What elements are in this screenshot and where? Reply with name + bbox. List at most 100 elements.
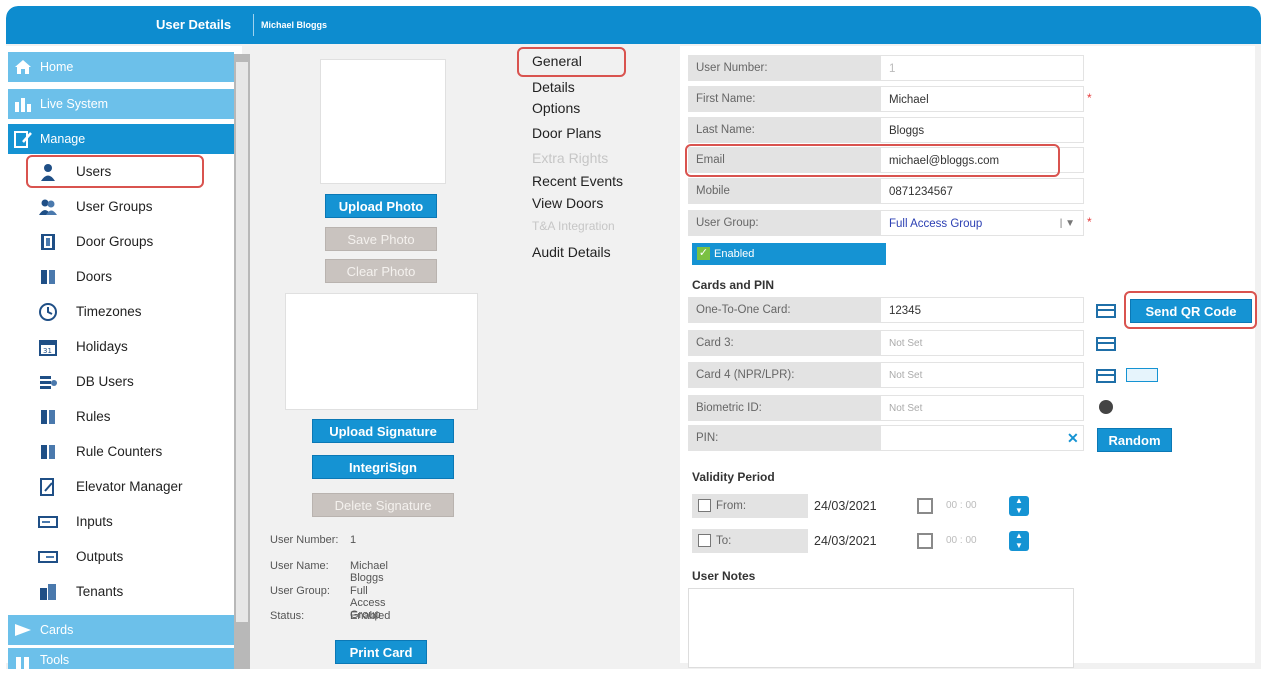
- sidebar-item-label: Rules: [76, 409, 111, 424]
- to-time-field[interactable]: 00 : 00: [938, 529, 1008, 553]
- mobile-field[interactable]: 0871234567: [880, 178, 1084, 204]
- mobile-label: Mobile: [688, 178, 880, 204]
- sidebar-item-tenants[interactable]: Tenants: [24, 575, 234, 609]
- page-title: User Details: [156, 17, 232, 32]
- one-to-one-card-label: One-To-One Card:: [688, 297, 880, 323]
- sidebar-section-live-system[interactable]: Live System: [8, 89, 234, 119]
- delete-signature-button: Delete Signature: [312, 493, 454, 517]
- elevator-icon: [40, 478, 54, 496]
- time-spinner-icon[interactable]: ▲ ▼: [1009, 496, 1029, 516]
- sidebar-item-rules[interactable]: Rules: [24, 400, 234, 434]
- from-date-field[interactable]: 24/03/2021: [812, 494, 910, 518]
- sidebar-scrollbar-thumb[interactable]: [236, 62, 248, 622]
- summary-user-name: User Name: Michael Bloggs: [270, 560, 388, 584]
- pin-label: PIN:: [688, 425, 880, 451]
- sidebar-section-tools[interactable]: Tools: [8, 648, 234, 671]
- send-qr-highlight: [1124, 291, 1257, 329]
- print-card-button[interactable]: Print Card: [335, 640, 427, 664]
- sidebar-item-label: Elevator Manager: [76, 479, 183, 494]
- sidebar-item-label: Doors: [76, 269, 113, 284]
- upload-signature-button[interactable]: Upload Signature: [312, 419, 454, 443]
- rule-counters-icon: [41, 445, 55, 459]
- card-icon[interactable]: [1096, 337, 1116, 351]
- random-pin-button[interactable]: Random: [1097, 428, 1172, 452]
- users-highlight: [26, 155, 204, 188]
- card-icon[interactable]: [1096, 369, 1116, 383]
- sidebar-item-doors[interactable]: Doors: [24, 260, 234, 294]
- sidebar-item-holidays[interactable]: 31 Holidays: [24, 330, 234, 364]
- tab-view-doors[interactable]: View Doors: [532, 195, 603, 211]
- user-group-selected: Full Access Group: [889, 218, 983, 230]
- tab-recent-events[interactable]: Recent Events: [532, 173, 623, 189]
- title-separator: [253, 14, 254, 36]
- one-to-one-card-field[interactable]: 12345: [880, 297, 1084, 323]
- clear-pin-icon[interactable]: ✕: [1067, 430, 1079, 447]
- tab-details[interactable]: Details: [532, 79, 575, 95]
- summary-value: 1: [350, 534, 357, 546]
- sidebar-section-home[interactable]: Home: [8, 52, 234, 82]
- sidebar-item-label: DB Users: [76, 374, 134, 389]
- fingerprint-icon[interactable]: [1099, 400, 1113, 414]
- last-name-field[interactable]: Bloggs: [880, 117, 1084, 143]
- to-checkbox[interactable]: [698, 534, 711, 547]
- sidebar-item-db-users[interactable]: DB Users: [24, 365, 234, 399]
- tab-audit-details[interactable]: Audit Details: [532, 244, 611, 260]
- checkbox-checked-icon: ✓: [697, 247, 710, 260]
- card3-field[interactable]: Not Set: [880, 330, 1084, 356]
- first-name-field[interactable]: Michael: [880, 86, 1084, 112]
- sidebar-item-inputs[interactable]: Inputs: [24, 505, 234, 539]
- calendar-icon[interactable]: [917, 498, 933, 514]
- to-date-field[interactable]: 24/03/2021: [812, 529, 910, 553]
- tools-icon: [16, 657, 29, 671]
- first-name-label: First Name:: [688, 86, 880, 112]
- header-user-name: Michael Bloggs: [261, 20, 328, 30]
- enabled-toggle[interactable]: ✓ Enabled: [692, 243, 886, 265]
- sidebar-scrollbar[interactable]: [234, 54, 250, 669]
- sidebar-item-door-groups[interactable]: Door Groups: [24, 225, 234, 259]
- live-system-icon: [15, 98, 31, 112]
- from-checkbox[interactable]: [698, 499, 711, 512]
- tab-door-plans[interactable]: Door Plans: [532, 125, 601, 141]
- photo-preview: [320, 59, 446, 184]
- sidebar-item-user-groups[interactable]: User Groups: [24, 190, 234, 224]
- sidebar-item-timezones[interactable]: Timezones: [24, 295, 234, 329]
- sidebar-item-label: Outputs: [76, 549, 124, 564]
- from-label-text: From:: [716, 500, 747, 512]
- cards-icon: [15, 624, 31, 636]
- sidebar-item-outputs[interactable]: Outputs: [24, 540, 234, 574]
- sidebar-item-label: Rule Counters: [76, 444, 163, 459]
- manage-icon: [14, 131, 32, 148]
- sidebar-item-rule-counters[interactable]: Rule Counters: [24, 435, 234, 469]
- user-number-label: User Number:: [688, 55, 880, 81]
- sidebar-section-cards[interactable]: Cards: [8, 615, 234, 645]
- inputs-icon: [38, 516, 58, 528]
- tab-options[interactable]: Options: [532, 100, 580, 116]
- upload-photo-button[interactable]: Upload Photo: [325, 194, 437, 218]
- time-spinner-icon[interactable]: ▲ ▼: [1009, 531, 1029, 551]
- summary-user-group: User Group: Full Access Group: [270, 585, 385, 621]
- save-photo-button: Save Photo: [325, 227, 437, 251]
- from-label: From:: [692, 494, 808, 518]
- calendar-icon[interactable]: [917, 533, 933, 549]
- user-number-field: 1: [880, 55, 1084, 81]
- sidebar-item-elevator-manager[interactable]: Elevator Manager: [24, 470, 234, 504]
- biometric-field[interactable]: Not Set: [880, 395, 1084, 421]
- required-mark: *: [1087, 91, 1092, 105]
- plate-icon[interactable]: [1126, 368, 1158, 382]
- summary-value: Michael Bloggs: [350, 560, 388, 584]
- user-notes-textarea[interactable]: [688, 588, 1074, 668]
- card4-field[interactable]: Not Set: [880, 362, 1084, 388]
- sidebar-section-label: Cards: [40, 623, 74, 637]
- pin-field[interactable]: [880, 425, 1084, 451]
- integrisign-button[interactable]: IntegriSign: [312, 455, 454, 479]
- card-icon[interactable]: [1096, 304, 1116, 318]
- summary-label: User Group:: [270, 585, 330, 597]
- sidebar-section-manage[interactable]: Manage: [8, 124, 234, 154]
- rules-icon: [41, 410, 55, 424]
- user-group-select[interactable]: Full Access Group | ▼: [880, 210, 1084, 236]
- summary-status: Status: Enabled: [270, 610, 390, 622]
- sidebar-section-label: Home: [40, 60, 74, 74]
- user-group-label: User Group:: [688, 210, 880, 236]
- from-time-field[interactable]: 00 : 00: [938, 494, 1008, 518]
- validity-heading: Validity Period: [692, 470, 775, 484]
